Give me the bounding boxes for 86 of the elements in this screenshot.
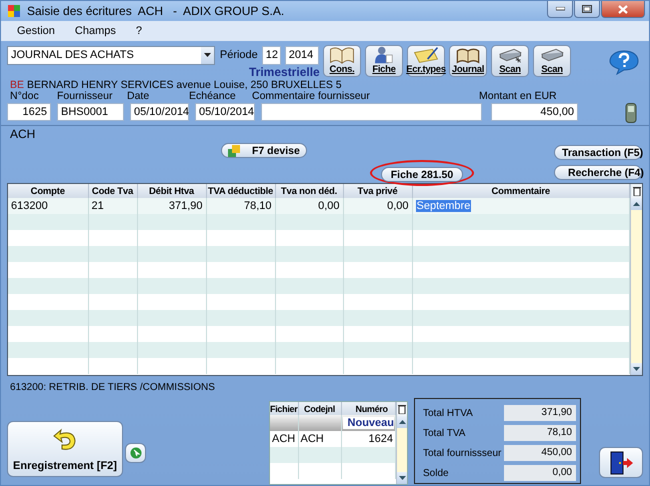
table-cell: Septembre (412, 198, 630, 214)
total-value: 371,90 (504, 405, 576, 421)
column-header[interactable]: Compte (8, 184, 88, 198)
toolbar-button[interactable]: Journal (449, 45, 487, 77)
total-value: 450,00 (504, 445, 576, 461)
toolbar-button[interactable]: Scan (533, 45, 571, 77)
column-header[interactable]: Tva privé (343, 184, 412, 198)
cursor-icon (130, 447, 142, 459)
help-icon (609, 49, 639, 75)
exit-button[interactable] (599, 447, 643, 478)
field-label: N°doc (10, 91, 40, 102)
column-header[interactable]: TVA déductible (206, 184, 275, 198)
currency-icon (228, 144, 240, 156)
input-field[interactable]: 05/10/2014 (130, 103, 189, 121)
menu-item[interactable]: Champs (68, 25, 130, 38)
table-cell: 0,00 (343, 198, 412, 214)
field-label: Commentaire fournisseur (252, 91, 371, 102)
total-label: Total HTVA (423, 408, 473, 418)
mobile-phone-icon (625, 103, 637, 123)
table-cell: 78,10 (206, 198, 275, 214)
close-icon (618, 4, 628, 14)
minimize-button[interactable] (547, 1, 573, 18)
minimize-icon (556, 7, 564, 11)
table-cell: 21 (88, 198, 137, 214)
toolbar-button[interactable]: Cons. (323, 45, 361, 77)
down-arrow-icon (633, 367, 640, 371)
column-header[interactable]: Commentaire (412, 184, 630, 198)
menu-item[interactable]: Gestion (11, 25, 69, 38)
undo-arrow-icon (52, 428, 78, 452)
field-label: Date (127, 91, 150, 102)
column-header[interactable]: Code Tva (88, 184, 137, 198)
transaction-button[interactable]: Transaction (F5) (554, 145, 642, 160)
total-value: 0,00 (504, 465, 576, 481)
pointer-button[interactable] (125, 443, 146, 463)
scroll-down-button[interactable] (631, 363, 642, 375)
search-button[interactable]: Recherche (F4) (554, 165, 642, 180)
period-label: Période (220, 49, 258, 61)
column-header[interactable]: Fichier (270, 402, 298, 415)
column-header[interactable]: Débit Htva (137, 184, 206, 198)
close-button[interactable] (601, 1, 645, 18)
input-field[interactable]: 05/10/2014 (195, 103, 255, 121)
input-field[interactable]: 450,00 (491, 103, 578, 121)
input-field[interactable] (261, 103, 482, 121)
input-field[interactable]: BHS0001 (57, 103, 124, 121)
total-value: 78,10 (504, 425, 576, 441)
toolbar-button[interactable]: Fiche (365, 45, 403, 77)
maximize-button[interactable] (574, 1, 600, 18)
total-label: Solde (423, 468, 449, 478)
new-entry-button[interactable]: Nouveau (342, 417, 394, 429)
app-icon (7, 4, 21, 18)
toolbar-button[interactable]: Ecr.types (407, 45, 445, 77)
scroll-down-button[interactable] (397, 472, 407, 484)
field-label: Montant en EUR (479, 91, 558, 102)
column-header[interactable]: Tva non déd. (275, 184, 343, 198)
account-description: 613200: RETRIB. DE TIERS /COMMISSIONS (10, 381, 216, 395)
table-cell: 613200 (8, 198, 88, 214)
field-label: Echéance (189, 91, 237, 102)
field-label: Fournisseur (57, 91, 114, 102)
column-header[interactable]: Codejnl (298, 402, 341, 415)
up-arrow-icon (398, 420, 406, 424)
down-arrow-icon (398, 476, 406, 480)
menu-item[interactable]: ? (130, 25, 156, 38)
table-cell: 371,90 (137, 198, 206, 214)
fiche-button[interactable]: Fiche 281.50 (381, 167, 463, 182)
scroll-up-button[interactable] (397, 416, 407, 428)
dropdown-arrow-icon (204, 53, 211, 57)
total-label: Total fournissseur (423, 448, 502, 458)
period-frequency: Trimestrielle (249, 65, 319, 79)
window-title: Saisie des écritures ACH - ADIX GROUP S.A. (27, 4, 284, 18)
maximize-icon (582, 5, 592, 13)
total-label: Total TVA (423, 428, 466, 438)
scroll-up-button[interactable] (631, 198, 642, 210)
column-header[interactable]: Numéro (341, 402, 396, 415)
door-exit-icon (608, 450, 634, 474)
year-field[interactable]: 2014 (284, 46, 319, 64)
input-field[interactable]: 1625 (7, 103, 51, 121)
up-arrow-icon (633, 202, 640, 206)
month-field[interactable]: 12 (262, 46, 281, 64)
toolbar-button[interactable]: Scan (491, 45, 529, 77)
currency-button[interactable]: F7 devise (221, 143, 307, 158)
supplier-address: BE BERNARD HENRY SERVICES avenue Louise, 250 BRUXELLES 5 (10, 79, 343, 91)
trash-icon (632, 186, 640, 196)
section-title: ACH (10, 127, 36, 141)
save-button[interactable]: Enregistrement [F2] (7, 421, 123, 477)
table-cell: 0,00 (275, 198, 343, 214)
journal-dropdown[interactable]: JOURNAL DES ACHATS (7, 46, 215, 64)
